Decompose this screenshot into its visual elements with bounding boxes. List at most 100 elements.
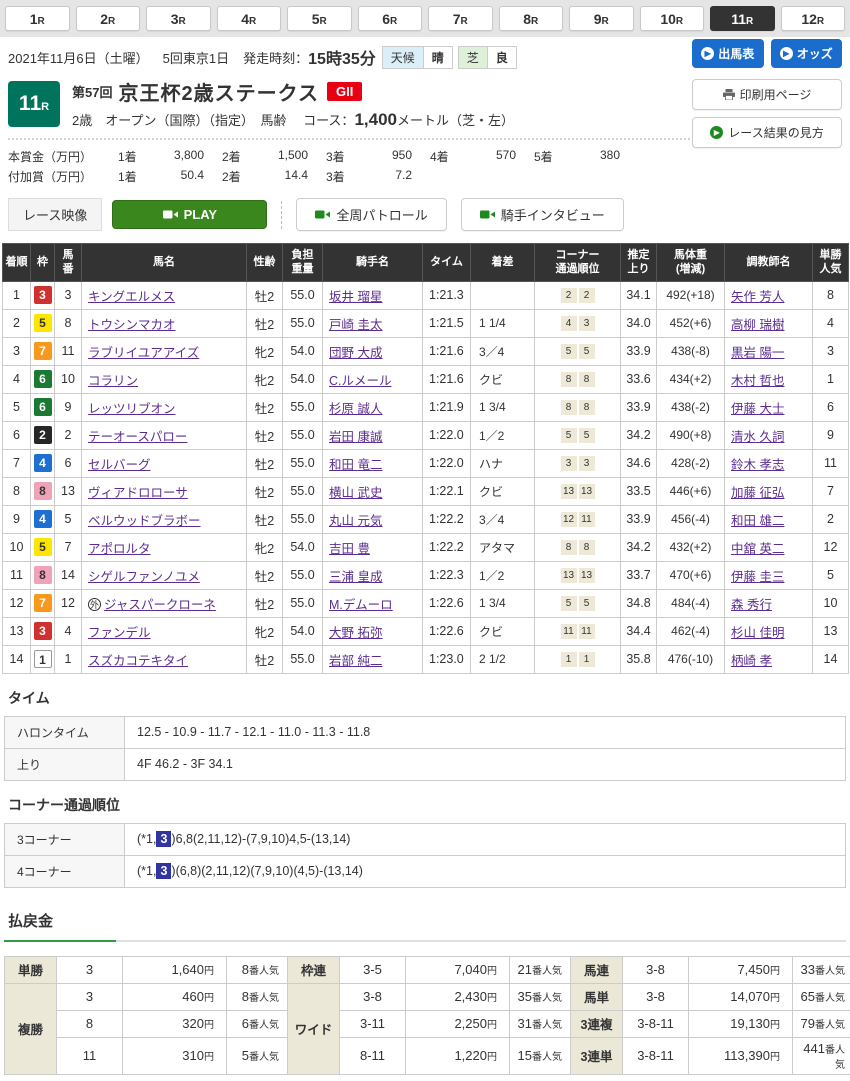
race-tab[interactable]: 6R <box>358 6 423 31</box>
print-page-button[interactable]: 印刷用ページ <box>692 79 842 110</box>
entry-table-button[interactable]: ▶ 出馬表 <box>692 39 764 68</box>
odds-button[interactable]: ▶ オッズ <box>771 39 843 68</box>
race-tab-suffix: R <box>179 16 186 27</box>
trainer-link[interactable]: 伊藤 大士 <box>731 402 784 416</box>
corner4-position: 5 <box>579 596 595 611</box>
trainer-link[interactable]: 清水 久詞 <box>731 430 784 444</box>
jockey-link[interactable]: 和田 竜二 <box>329 458 382 472</box>
patrol-video-button[interactable]: 全周パトロール <box>296 198 446 231</box>
corner3-position: 8 <box>561 400 577 415</box>
horse-link[interactable]: レッツリブオン <box>88 402 176 416</box>
frame-badge: 8 <box>34 566 52 584</box>
horse-name-cell: 外ジャスパークローネ <box>82 589 247 617</box>
jockey-link[interactable]: 杉原 誠人 <box>329 402 382 416</box>
horse-link[interactable]: トウシンマカオ <box>88 318 176 332</box>
horse-link[interactable]: スズカコテキタイ <box>88 654 188 668</box>
jockey-link[interactable]: 丸山 元気 <box>329 514 382 528</box>
race-tab[interactable]: 7R <box>428 6 493 31</box>
trainer-link[interactable]: 中舘 英二 <box>731 542 784 556</box>
horse-name-cell: レッツリブオン <box>82 393 247 421</box>
corner-order-suffix: )6,8(2,11,12)-(7,9,10)4,5-(13,14) <box>171 832 350 846</box>
jockey-link[interactable]: 吉田 豊 <box>329 542 370 556</box>
payout-popularity: 65番人気 <box>793 983 850 1010</box>
finish-order: 8 <box>3 477 31 505</box>
horse-link[interactable]: ラブリイユアアイズ <box>88 346 199 360</box>
trainer-cell: 矢作 芳人 <box>725 281 813 309</box>
trainer-link[interactable]: 伊藤 圭三 <box>731 570 784 584</box>
horse-link[interactable]: ファンデル <box>88 626 151 640</box>
jockey-cell: 和田 竜二 <box>323 449 423 477</box>
trainer-link[interactable]: 杉山 佳明 <box>731 626 784 640</box>
start-time-label: 発走時刻： <box>243 48 308 67</box>
results-header-cell: 着差 <box>471 244 535 282</box>
race-tab[interactable]: 2R <box>76 6 141 31</box>
race-tab[interactable]: 11R <box>710 6 775 31</box>
win-popularity: 5 <box>813 561 849 589</box>
trainer-link[interactable]: 木村 哲也 <box>731 374 784 388</box>
frame-cell: 2 <box>31 421 55 449</box>
trainer-link[interactable]: 鈴木 孝志 <box>731 458 784 472</box>
prize-amount: 14.4 <box>256 168 308 185</box>
payout-amount: 310円 <box>123 1037 227 1074</box>
play-button[interactable]: PLAY <box>112 200 267 229</box>
jockey-link[interactable]: 岩田 康誠 <box>329 430 382 444</box>
trainer-link[interactable]: 加藤 征弘 <box>731 486 784 500</box>
body-weight: 456(-4) <box>657 505 725 533</box>
last-3f: 34.2 <box>621 421 657 449</box>
trainer-link[interactable]: 柄崎 孝 <box>731 654 772 668</box>
payout-amount: 7,040円 <box>406 956 510 983</box>
race-tab[interactable]: 9R <box>569 6 634 31</box>
trainer-link[interactable]: 黒岩 陽一 <box>731 346 784 360</box>
horse-name-cell: テーオースパロー <box>82 421 247 449</box>
payout-combo: 3-8 <box>623 983 689 1010</box>
course-distance: 1,400 <box>354 110 397 129</box>
time-row: ハロンタイム 12.5 - 10.9 - 11.7 - 12.1 - 11.0 … <box>5 716 846 748</box>
trainer-link[interactable]: 森 秀行 <box>731 598 772 612</box>
trainer-link[interactable]: 和田 雄二 <box>731 514 784 528</box>
race-tab[interactable]: 3R <box>146 6 211 31</box>
horse-number: 6 <box>55 449 82 477</box>
jockey-link[interactable]: 団野 大成 <box>329 346 382 360</box>
race-tab[interactable]: 1R <box>5 6 70 31</box>
trainer-link[interactable]: 矢作 芳人 <box>731 290 784 304</box>
horse-link[interactable]: アポロルタ <box>88 542 151 556</box>
horse-link[interactable]: ベルウッドブラボー <box>88 514 201 528</box>
finish-order: 7 <box>3 449 31 477</box>
vertical-divider <box>281 201 282 229</box>
sex-age: 牡2 <box>247 281 283 309</box>
race-tab[interactable]: 12R <box>781 6 846 31</box>
prize-pair: 2着 14.4 <box>222 168 326 185</box>
race-title: 京王杯2歳ステークス <box>118 77 319 106</box>
jockey-link[interactable]: 岩部 純二 <box>329 654 382 668</box>
horse-link[interactable]: セルバーグ <box>88 458 151 472</box>
jockey-link[interactable]: C.ルメール <box>329 374 392 388</box>
margin: 1 3/4 <box>471 589 535 617</box>
corner-positions: 1111 <box>535 617 621 645</box>
race-tab[interactable]: 5R <box>287 6 352 31</box>
horse-link[interactable]: ジャスパークローネ <box>104 598 216 612</box>
race-number: 11 <box>19 92 41 116</box>
jockey-link[interactable]: 戸崎 圭太 <box>329 318 382 332</box>
result-guide-button[interactable]: ▶ レース結果の見方 <box>692 117 842 148</box>
race-tab[interactable]: 8R <box>499 6 564 31</box>
jockey-interview-button[interactable]: 騎手インタビュー <box>461 198 624 231</box>
frame-badge: 3 <box>34 286 52 304</box>
payout-heading: 払戻金 <box>8 910 842 931</box>
jockey-link[interactable]: 横山 武史 <box>329 486 382 500</box>
trainer-link[interactable]: 高柳 瑞樹 <box>731 318 784 332</box>
horse-link[interactable]: コラリン <box>88 374 138 388</box>
margin: 1／2 <box>471 421 535 449</box>
horse-link[interactable]: シゲルファンノユメ <box>88 570 200 584</box>
jockey-link[interactable]: M.デムーロ <box>329 598 393 612</box>
race-tab[interactable]: 4R <box>217 6 282 31</box>
jockey-link[interactable]: 坂井 瑠星 <box>329 290 382 304</box>
horse-link[interactable]: テーオースパロー <box>88 430 187 444</box>
horse-link[interactable]: ヴィアドロローサ <box>88 486 188 500</box>
last-3f: 33.5 <box>621 477 657 505</box>
horse-link[interactable]: キングエルメス <box>88 290 175 304</box>
jockey-link[interactable]: 三浦 皇成 <box>329 570 382 584</box>
body-weight: 490(+8) <box>657 421 725 449</box>
jockey-link[interactable]: 大野 拓弥 <box>329 626 382 640</box>
race-tab[interactable]: 10R <box>640 6 705 31</box>
corner-positions: 55 <box>535 421 621 449</box>
